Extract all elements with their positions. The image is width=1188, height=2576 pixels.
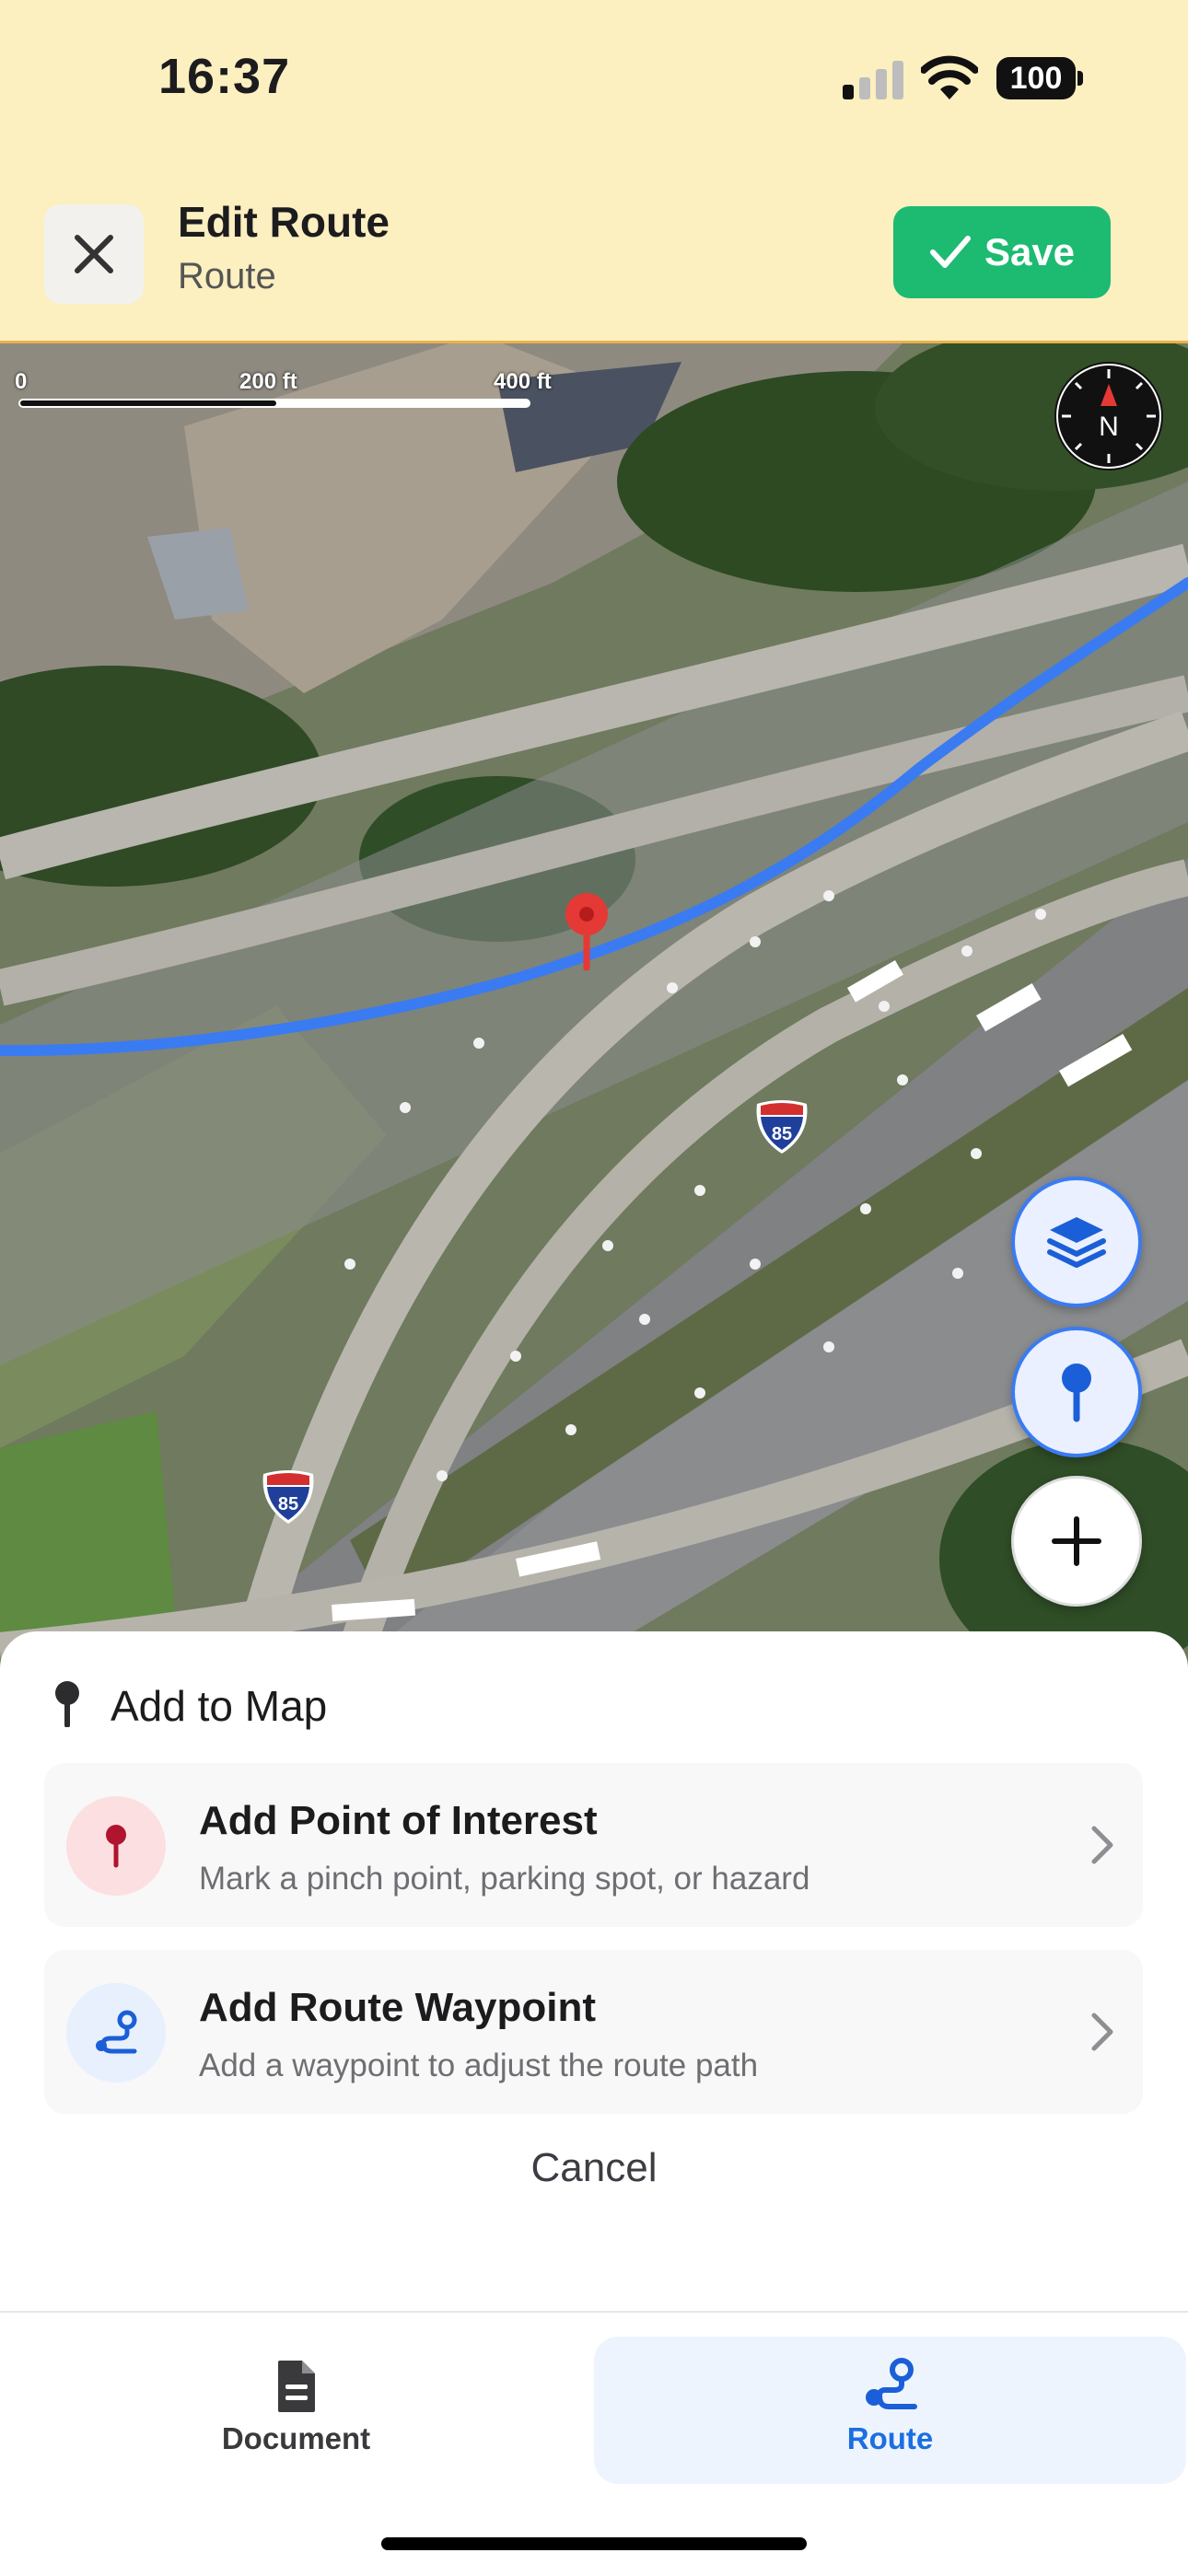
- zoom-in-button[interactable]: [1011, 1476, 1142, 1607]
- scale-label-200: 200 ft: [239, 369, 297, 394]
- tab-bar: Document Route: [0, 2311, 1188, 2576]
- cancel-button[interactable]: Cancel: [0, 2145, 1188, 2191]
- map-layers-button[interactable]: [1011, 1177, 1142, 1307]
- interstate-shield-icon: 85: [756, 1100, 808, 1154]
- close-icon: [75, 235, 113, 273]
- tab-document[interactable]: Document: [0, 2337, 592, 2484]
- shield-number: 85: [772, 1124, 792, 1144]
- battery-indicator: 100: [996, 57, 1076, 99]
- map-view[interactable]: 85 85 0 200 ft 400 ft N: [0, 343, 1188, 1669]
- add-to-map-sheet: Add to Map Add Point of Interest Mark a …: [0, 1631, 1188, 2313]
- route-icon: [96, 2010, 137, 2054]
- plus-icon: [1052, 1516, 1101, 1566]
- checkmark-icon: [929, 236, 971, 268]
- scale-label-0: 0: [15, 369, 28, 394]
- map-scale-bar: 0 200 ft 400 ft: [0, 343, 571, 417]
- route-waypoint-icon-badge: [66, 1983, 166, 2083]
- chevron-right-icon: [1091, 1826, 1113, 1864]
- tab-label: Route: [846, 2421, 934, 2455]
- scale-bar-line: [18, 399, 530, 408]
- wifi-icon: [921, 55, 978, 99]
- route-icon: [865, 2358, 917, 2409]
- compass-button[interactable]: N: [1054, 362, 1163, 470]
- option-title: Add Point of Interest: [199, 1798, 598, 1843]
- chevron-right-icon: [1091, 2013, 1113, 2051]
- route-pin-icon[interactable]: [564, 891, 610, 970]
- tab-label: Document: [221, 2421, 371, 2455]
- pin-icon: [55, 1681, 79, 1727]
- option-subtitle: Mark a pinch point, parking spot, or haz…: [199, 1861, 810, 1897]
- pin-icon: [106, 1825, 126, 1868]
- option-subtitle: Add a waypoint to adjust the route path: [199, 2048, 759, 2083]
- close-button[interactable]: [44, 204, 144, 304]
- layers-icon: [1047, 1217, 1106, 1268]
- tab-route[interactable]: Route: [594, 2337, 1186, 2484]
- home-indicator: [381, 2537, 807, 2550]
- page-subtitle: Route: [178, 256, 276, 296]
- satellite-imagery: [0, 343, 1188, 1669]
- save-label: Save: [984, 230, 1076, 273]
- compass-label: N: [1099, 412, 1119, 442]
- page-title: Edit Route: [178, 198, 390, 246]
- point-of-interest-icon-badge: [66, 1796, 166, 1896]
- add-point-of-interest-option[interactable]: Add Point of Interest Mark a pinch point…: [44, 1763, 1143, 1927]
- cellular-signal-icon: [843, 61, 903, 99]
- sheet-title: Add to Map: [111, 1682, 328, 1730]
- add-route-waypoint-option[interactable]: Add Route Waypoint Add a waypoint to adj…: [44, 1950, 1143, 2114]
- document-icon: [277, 2361, 315, 2412]
- save-button[interactable]: Save: [893, 206, 1111, 298]
- status-time: 16:37: [158, 49, 291, 104]
- interstate-shield-icon: 85: [262, 1470, 314, 1524]
- option-title: Add Route Waypoint: [199, 1985, 596, 2030]
- shield-number: 85: [278, 1494, 298, 1514]
- top-bar: 16:37 100 Edit Route Route Save: [0, 0, 1188, 343]
- scale-label-400: 400 ft: [494, 369, 552, 394]
- add-pin-button[interactable]: [1011, 1327, 1142, 1457]
- battery-nub: [1077, 71, 1083, 86]
- pin-icon: [1062, 1363, 1091, 1422]
- compass-icon: N: [1056, 364, 1161, 469]
